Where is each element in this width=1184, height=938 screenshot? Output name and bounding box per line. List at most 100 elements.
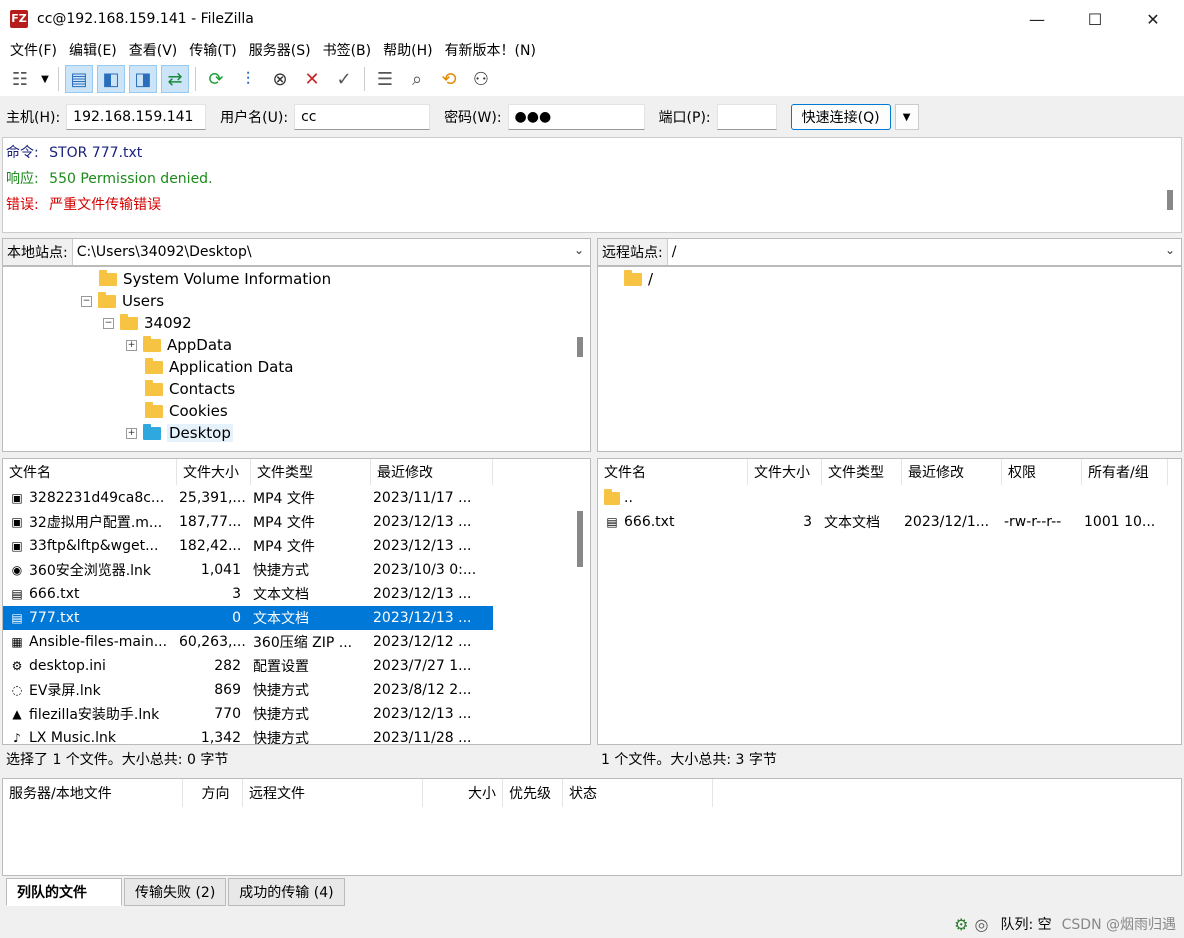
synchronized-browsing-icon[interactable]: ⟲: [435, 65, 463, 93]
search-remote-files-icon[interactable]: ⚇: [467, 65, 495, 93]
server-status-icon: ⚙: [954, 914, 969, 934]
directory-listing-filter-icon[interactable]: ☰: [371, 65, 399, 93]
menu-help[interactable]: 帮助(H): [377, 40, 438, 60]
column-header-filesize[interactable]: 文件大小: [748, 459, 822, 485]
menu-view[interactable]: 查看(V): [123, 40, 184, 60]
file-type: 文本文档: [253, 587, 309, 603]
toggle-message-log-icon[interactable]: ▤: [65, 65, 93, 93]
tab-queued-files[interactable]: 列队的文件: [6, 878, 122, 906]
toggle-transfer-queue-icon[interactable]: ⇄: [161, 65, 189, 93]
port-label: 端口(P):: [658, 110, 711, 126]
queue-header-remote-file[interactable]: 远程文件: [243, 779, 423, 807]
column-header-filesize[interactable]: 文件大小: [177, 459, 251, 485]
file-type: 快捷方式: [253, 683, 309, 699]
cancel-operation-icon[interactable]: ⊗: [266, 65, 294, 93]
refresh-icon[interactable]: ⟳: [202, 65, 230, 93]
column-header-filetype[interactable]: 文件类型: [251, 459, 371, 485]
collapse-icon[interactable]: −: [81, 295, 92, 307]
column-header-owner[interactable]: 所有者/组: [1082, 459, 1168, 485]
reconnect-icon[interactable]: ✓: [330, 65, 358, 93]
file-row[interactable]: ▲ filezilla安装助手.lnk 770 快捷方式 2023/12/13 ...: [3, 702, 493, 726]
menu-new-version[interactable]: 有新版本！(N): [439, 40, 542, 60]
column-header-filename[interactable]: 文件名: [598, 459, 748, 485]
remote-status-text: 1 个文件。大小总共: 3 字节: [601, 752, 777, 768]
local-path-input[interactable]: C:\Users\34092\Desktop\ ⌄: [72, 239, 590, 265]
host-input[interactable]: 192.168.159.141: [66, 104, 207, 130]
disconnect-icon[interactable]: ✕: [298, 65, 326, 93]
menu-edit[interactable]: 编辑(E): [63, 40, 123, 60]
expand-icon[interactable]: +: [126, 427, 137, 439]
queue-header-size[interactable]: 大小: [423, 779, 503, 807]
username-input[interactable]: cc: [294, 104, 431, 130]
column-header-permissions[interactable]: 权限: [1002, 459, 1082, 485]
queue-header-local-file[interactable]: 服务器/本地文件: [3, 779, 183, 807]
close-button[interactable]: ✕: [1124, 0, 1182, 38]
site-manager-dropdown-icon[interactable]: ▼: [38, 65, 52, 93]
remote-path-input[interactable]: / ⌄: [667, 239, 1181, 265]
menu-bookmarks[interactable]: 书签(B): [317, 40, 378, 60]
chevron-down-icon[interactable]: ⌄: [1165, 243, 1175, 257]
menu-server[interactable]: 服务器(S): [243, 40, 317, 60]
queue-header-priority[interactable]: 优先级: [503, 779, 563, 807]
local-tree-scrollbar[interactable]: [577, 337, 583, 357]
collapse-icon[interactable]: −: [103, 317, 114, 329]
tree-item-desktop[interactable]: + Desktop: [126, 422, 233, 444]
file-row[interactable]: ◉ 360安全浏览器.lnk 1,041 快捷方式 2023/10/3 0:...: [3, 558, 493, 582]
tree-item-root[interactable]: /: [624, 268, 653, 290]
tree-item[interactable]: − 34092: [103, 312, 192, 334]
file-name: LX Music.lnk: [29, 730, 116, 745]
tree-item[interactable]: Application Data: [145, 356, 293, 378]
queue-tabs: 列队的文件 传输失败 (2) 成功的传输 (4): [6, 878, 347, 906]
quickconnect-dropdown-icon[interactable]: ▼: [894, 104, 919, 130]
file-row[interactable]: ▦ Ansible-files-main... 60,263,... 360压缩 ZI…: [3, 630, 493, 654]
tab-failed-transfers[interactable]: 传输失败 (2): [124, 878, 227, 906]
file-row[interactable]: ⚙ desktop.ini 282 配置设置 2023/7/27 1...: [3, 654, 493, 678]
column-header-modified[interactable]: 最近修改: [371, 459, 493, 485]
file-row[interactable]: ▣ 33ftp&lftp&wget... 182,42... MP4 文件 2023/1…: [3, 534, 493, 558]
tree-item[interactable]: Contacts: [145, 378, 235, 400]
local-directory-tree: System Volume Information − Users − 3409…: [2, 266, 591, 452]
port-input[interactable]: [716, 104, 777, 130]
column-header-modified[interactable]: 最近修改: [902, 459, 1002, 485]
log-scrollbar[interactable]: [1167, 190, 1173, 210]
remote-directory-tree: /: [597, 266, 1182, 452]
speed-limit-icon[interactable]: ◎: [974, 915, 988, 934]
tree-item[interactable]: − Users: [81, 290, 164, 312]
file-type: 360压缩 ZIP ...: [253, 635, 353, 651]
queue-header-status[interactable]: 状态: [563, 779, 713, 807]
file-row[interactable]: ♪ LX Music.lnk 1,342 快捷方式 2023/11/28 ...: [3, 726, 493, 745]
tree-item[interactable]: Cookies: [145, 400, 228, 422]
menu-file[interactable]: 文件(F): [4, 40, 63, 60]
column-header-filetype[interactable]: 文件类型: [822, 459, 902, 485]
process-queue-icon[interactable]: ⫶: [234, 65, 262, 93]
file-row[interactable]: ◌ EV录屏.lnk 869 快捷方式 2023/8/12 2...: [3, 678, 493, 702]
queue-header-direction[interactable]: 方向: [183, 779, 243, 807]
maximize-button[interactable]: ☐: [1066, 0, 1124, 38]
password-input[interactable]: ●●●: [507, 104, 645, 130]
minimize-button[interactable]: —: [1008, 0, 1066, 38]
quickconnect-button[interactable]: 快速连接(Q): [790, 104, 891, 130]
tree-item-label: 34092: [144, 314, 192, 332]
column-header-filename[interactable]: 文件名: [3, 459, 177, 485]
toggle-remote-tree-icon[interactable]: ◨: [129, 65, 157, 93]
tab-successful-transfers[interactable]: 成功的传输 (4): [228, 878, 345, 906]
file-row[interactable]: ▣ 32虚拟用户配置.m... 187,77... MP4 文件 2023/12/13 …: [3, 510, 493, 534]
tree-item[interactable]: System Volume Information: [99, 268, 331, 290]
folder-icon: [145, 401, 163, 418]
file-row[interactable]: ..: [598, 486, 1168, 510]
toggle-local-tree-icon[interactable]: ◧: [97, 65, 125, 93]
file-row[interactable]: ▣ 3282231d49ca8c... 25,391,... MP4 文件 2023/1…: [3, 486, 493, 510]
file-row-selected[interactable]: ▤ 777.txt 0 文本文档 2023/12/13 ...: [3, 606, 493, 630]
menu-transfer[interactable]: 传输(T): [183, 40, 242, 60]
tree-item-label: Application Data: [169, 358, 294, 376]
log-prefix: 错误:: [6, 197, 39, 213]
file-row[interactable]: ▤ 666.txt 3 文本文档 2023/12/13 ...: [3, 582, 493, 606]
local-list-scrollbar[interactable]: [577, 511, 583, 567]
tree-item[interactable]: + AppData: [126, 334, 232, 356]
file-row[interactable]: ▤ 666.txt 3 文本文档 2023/12/1... -rw-r--r-- 1001 …: [598, 510, 1168, 534]
toggle-filename-filters-icon[interactable]: ⌕: [403, 65, 431, 93]
site-manager-icon[interactable]: ☷: [6, 65, 34, 93]
local-path-text: C:\Users\34092\Desktop\: [76, 244, 252, 260]
chevron-down-icon[interactable]: ⌄: [574, 243, 584, 257]
expand-icon[interactable]: +: [126, 339, 137, 351]
